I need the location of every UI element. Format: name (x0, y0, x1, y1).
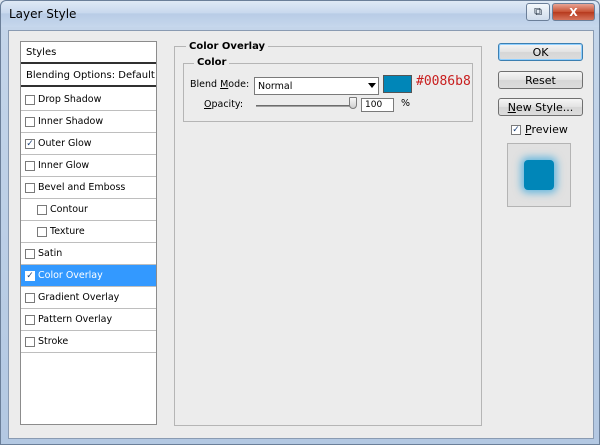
style-item-color-overlay[interactable]: ✓ Color Overlay (21, 265, 156, 287)
style-item-contour[interactable]: Contour (21, 199, 156, 221)
style-item-checkbox[interactable] (25, 336, 35, 347)
blending-options[interactable]: Blending Options: Default (21, 65, 156, 87)
overlay-color-swatch[interactable] (383, 75, 412, 93)
new-style-button[interactable]: New Style... (498, 98, 583, 116)
style-item-label: Drop Shadow (38, 94, 102, 105)
title-bar: Layer Style ⧉ X (1, 1, 599, 27)
style-item-checkbox[interactable]: ✓ (25, 270, 35, 281)
style-item-label: Inner Shadow (38, 116, 104, 127)
preview-thumbnail (507, 143, 571, 207)
blend-mode-label-post: ode: (228, 79, 250, 90)
style-item-bevel-and-emboss[interactable]: Bevel and Emboss (21, 177, 156, 199)
style-item-inner-glow[interactable]: Inner Glow (21, 155, 156, 177)
reset-button-label: Reset (525, 73, 556, 87)
preview-toggle[interactable]: ✓ Preview (511, 123, 568, 136)
ok-button[interactable]: OK (498, 43, 583, 61)
preview-label-rest: review (531, 123, 568, 136)
style-item-pattern-overlay[interactable]: Pattern Overlay (21, 309, 156, 331)
style-item-checkbox[interactable] (37, 204, 47, 215)
opacity-slider-track[interactable] (256, 105, 354, 107)
style-item-label: Stroke (38, 336, 69, 347)
opacity-input[interactable]: 100 (361, 98, 394, 112)
style-item-checkbox[interactable] (25, 160, 35, 171)
color-overlay-title: Color Overlay (186, 41, 269, 52)
styles-list: Styles Blending Options: Default Drop Sh… (20, 41, 157, 425)
style-item-checkbox[interactable] (25, 292, 35, 303)
styles-header[interactable]: Styles (21, 42, 156, 64)
opacity-unit: % (401, 98, 411, 109)
blend-mode-label: Blend Mode: (190, 79, 249, 90)
dialog-body: Styles Blending Options: Default Drop Sh… (8, 30, 594, 439)
style-item-label: Bevel and Emboss (38, 182, 126, 193)
close-icon: X (569, 5, 578, 19)
preview-label: Preview (525, 123, 568, 136)
help-icon: ⧉ (534, 5, 542, 18)
layer-style-window: Layer Style ⧉ X Styles Blending Options:… (0, 0, 600, 445)
style-item-drop-shadow[interactable]: Drop Shadow (21, 89, 156, 111)
style-item-checkbox[interactable] (25, 314, 35, 325)
style-item-checkbox[interactable] (25, 182, 35, 193)
style-item-stroke[interactable]: Stroke (21, 331, 156, 353)
style-item-label: Pattern Overlay (38, 314, 113, 325)
blend-mode-value: Normal (258, 80, 293, 92)
style-item-label: Gradient Overlay (38, 292, 120, 303)
style-item-checkbox[interactable]: ✓ (25, 138, 35, 149)
blend-mode-select[interactable]: Normal (254, 77, 379, 95)
style-item-satin[interactable]: Satin (21, 243, 156, 265)
style-item-label: Texture (50, 226, 85, 237)
style-item-label: Color Overlay (38, 270, 103, 281)
help-button[interactable]: ⧉ (526, 3, 550, 21)
close-button[interactable]: X (552, 3, 595, 21)
preview-swatch (524, 160, 554, 190)
style-item-label: Satin (38, 248, 63, 259)
blending-options-label: Blending Options: Default (26, 69, 155, 81)
style-item-label: Contour (50, 204, 88, 215)
style-item-checkbox[interactable] (25, 248, 35, 259)
new-style-key: N (507, 100, 516, 114)
style-item-gradient-overlay[interactable]: Gradient Overlay (21, 287, 156, 309)
style-item-checkbox[interactable] (37, 226, 47, 237)
blend-mode-label-pre: Blend (190, 79, 221, 90)
new-style-label: New Style... (508, 101, 574, 114)
style-item-label: Inner Glow (38, 160, 90, 171)
style-item-outer-glow[interactable]: ✓ Outer Glow (21, 133, 156, 155)
opacity-value: 100 (365, 100, 383, 110)
reset-button[interactable]: Reset (498, 71, 583, 89)
style-item-label: Outer Glow (38, 138, 92, 149)
window-title: Layer Style (9, 7, 77, 21)
color-group-title: Color (194, 57, 230, 68)
opacity-slider-thumb[interactable] (349, 97, 357, 109)
overlay-color-hex: #0086b8 (416, 74, 471, 89)
style-item-inner-shadow[interactable]: Inner Shadow (21, 111, 156, 133)
styles-header-label: Styles (26, 46, 57, 58)
style-item-checkbox[interactable] (25, 94, 35, 105)
opacity-label-post: pacity: (211, 99, 244, 110)
opacity-label: Opacity: (204, 99, 243, 110)
style-item-checkbox[interactable] (25, 116, 35, 127)
chevron-down-icon[interactable] (368, 83, 376, 88)
style-item-texture[interactable]: Texture (21, 221, 156, 243)
new-style-rest: ew Style... (515, 100, 574, 114)
preview-checkbox[interactable]: ✓ (511, 124, 521, 135)
ok-button-label: OK (532, 45, 549, 59)
